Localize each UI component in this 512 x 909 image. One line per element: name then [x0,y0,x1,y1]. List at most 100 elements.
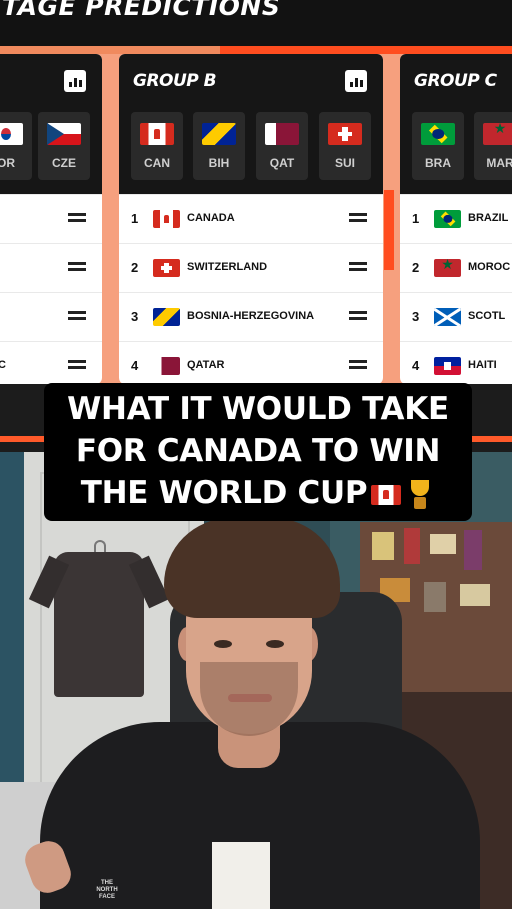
group-card-c: GROUP C BRA MAR 1 BRAZIL 2 MOROC 3 [400,54,512,384]
standing-row[interactable]: 4 HAITI [400,341,512,384]
caption-line-3: THE WORLD CUP [44,475,472,511]
drag-handle-icon[interactable] [349,213,367,225]
bosnia-flag-icon [202,123,236,145]
caption-line-1: WHAT IT WOULD TAKE [67,391,449,427]
canada-flag-icon [140,123,174,145]
team-name: CANADA [187,212,235,224]
standing-row[interactable] [0,243,102,292]
team-chip[interactable]: BRA [412,112,464,180]
team-name: BRAZIL [468,212,509,224]
team-code: CAN [144,156,170,170]
korea-flag-icon [0,123,23,145]
caption-line-2: FOR CANADA TO WIN [75,433,441,469]
brazil-flag-icon [421,123,455,145]
team-chip[interactable]: QAT [256,112,308,180]
haiti-flag-icon [434,357,461,375]
team-code: MAR [486,156,512,170]
team-selector: CAN BIH QAT SUI [119,112,383,182]
scotland-flag-icon [434,308,461,326]
qatar-flag-icon [153,357,180,375]
team-chip[interactable]: OR [0,112,32,180]
person-eye [266,640,284,648]
group-card-b: GROUP B CAN BIH QAT SUI 1 CANADA 2 SWITZ… [119,54,383,384]
position-number: 4 [131,358,139,373]
standing-row[interactable]: 2 MOROC [400,243,512,292]
team-name: HAITI [468,359,497,371]
hanging-jersey [54,552,144,697]
group-card-header: OR CZE [0,54,102,194]
drag-handle-icon[interactable] [68,262,86,274]
standing-row[interactable] [0,292,102,341]
team-code: BIH [208,156,230,170]
standing-row[interactable]: 3 SCOTL [400,292,512,341]
team-chip[interactable]: CAN [131,112,183,180]
morocco-flag-icon [483,120,512,145]
team-chip[interactable]: BIH [193,112,245,180]
standing-row[interactable]: 3 BOSNIA-HERZEGOVINA [119,292,383,341]
team-name: C [0,359,6,371]
team-chip[interactable]: SUI [319,112,371,180]
position-number: 2 [412,260,420,275]
team-code: SUI [334,156,355,170]
drag-handle-icon[interactable] [349,311,367,323]
position-number: 3 [131,309,139,324]
team-code: OR [0,156,15,170]
header-accent [220,46,512,54]
group-card-a: OR CZE C [0,54,102,384]
team-name: QATAR [187,359,225,371]
video-caption: WHAT IT WOULD TAKE FOR CANADA TO WIN THE… [44,383,472,521]
team-name: BOSNIA-HERZEGOVINA [187,310,315,322]
group-card-header: GROUP B CAN BIH QAT SUI [119,54,383,194]
switzerland-flag-icon [153,259,180,277]
scrollbar-thumb[interactable] [384,190,394,270]
team-code: BRA [425,156,451,170]
drag-handle-icon[interactable] [68,311,86,323]
header-bar: TAGE PREDICTIONS [0,0,512,46]
team-selector: OR CZE [0,112,102,182]
team-selector: BRA MAR [400,112,512,182]
position-number: 1 [131,211,139,226]
header-divider [0,46,220,54]
stats-icon[interactable] [64,70,86,92]
standing-row[interactable]: 4 QATAR [119,341,383,384]
brazil-flag-icon [434,210,461,228]
canada-flag-emoji-icon [371,484,402,505]
trophy-emoji-icon [405,479,435,510]
standing-row[interactable]: 1 BRAZIL [400,194,512,243]
czechia-flag-icon [47,123,81,145]
team-chip[interactable]: MAR [474,112,512,180]
team-chip[interactable]: CZE [38,112,90,180]
standing-row[interactable]: 1 CANADA [119,194,383,243]
person-hair [164,518,340,618]
position-number: 1 [412,211,420,226]
group-card-header: GROUP C BRA MAR [400,54,512,194]
group-name: GROUP B [133,71,217,91]
team-code: CZE [52,156,76,170]
person-eye [214,640,232,648]
stats-icon[interactable] [345,70,367,92]
drag-handle-icon[interactable] [68,213,86,225]
group-name: GROUP C [414,71,497,91]
standing-row[interactable]: C [0,341,102,384]
canada-flag-icon [153,210,180,228]
team-name: SCOTL [468,310,506,322]
page-title: TAGE PREDICTIONS [2,0,281,21]
standing-row[interactable] [0,194,102,243]
position-number: 3 [412,309,420,324]
drag-handle-icon[interactable] [349,262,367,274]
caption-line-3-text: THE WORLD CUP [80,475,368,511]
person-mouth [228,694,272,702]
morocco-flag-icon [434,259,461,277]
team-code: QAT [269,156,295,170]
drag-handle-icon[interactable] [349,360,367,372]
team-name: SWITZERLAND [187,261,268,273]
standing-row[interactable]: 2 SWITZERLAND [119,243,383,292]
team-name: MOROC [468,261,511,273]
position-number: 2 [131,260,139,275]
drag-handle-icon[interactable] [68,360,86,372]
switzerland-flag-icon [328,123,362,145]
person-shirt [212,842,270,909]
qatar-flag-icon [265,123,299,145]
position-number: 4 [412,358,420,373]
north-face-logo: THE NORTH FACE [96,880,118,900]
